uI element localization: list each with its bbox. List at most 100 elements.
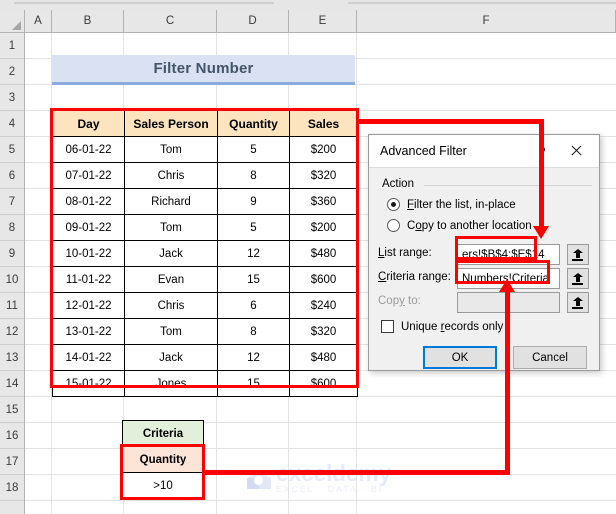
radio-filter-in-place-label: Filter the list, in-place <box>407 198 516 211</box>
column-header-a[interactable]: A <box>25 10 52 32</box>
cell-day: 07-01-22 <box>52 162 125 189</box>
row-header-1[interactable]: 1 <box>0 33 24 59</box>
column-header-c[interactable]: C <box>124 10 217 32</box>
list-range-input[interactable]: ers!$B$4:$E$14 <box>457 244 560 265</box>
cell-sales-person: Tom <box>124 318 218 345</box>
row-header-9[interactable]: 9 <box>0 241 24 267</box>
ok-button[interactable]: OK <box>423 346 497 369</box>
cell-sales-person: Chris <box>124 162 218 189</box>
row-header-11[interactable]: 11 <box>0 293 24 319</box>
row-header-8[interactable]: 8 <box>0 215 24 241</box>
annotation-arrow1-head-icon <box>533 226 549 239</box>
annotation-arrow2-vertical <box>505 291 510 475</box>
collapse-dialog-icon <box>572 248 584 261</box>
row-header-4[interactable]: 4 <box>0 111 24 137</box>
table-row: 06-01-22 Tom 5 $200 <box>52 136 358 163</box>
criteria-range-label: Criteria range: <box>378 271 451 283</box>
dialog-title-text: Advanced Filter <box>380 144 467 158</box>
row-header-14[interactable]: 14 <box>0 371 24 397</box>
row-header-7[interactable]: 7 <box>0 189 24 215</box>
row-header-17[interactable]: 17 <box>0 449 24 475</box>
row-header-3[interactable]: 3 <box>0 85 24 111</box>
unique-records-checkbox-label: Unique records only <box>401 320 504 333</box>
unique-records-checkbox[interactable]: Unique records only <box>381 320 503 333</box>
criteria-field-cell: Quantity <box>122 446 204 473</box>
cancel-button[interactable]: Cancel <box>513 346 587 369</box>
column-header-b[interactable]: B <box>52 10 124 32</box>
cell-sales: $600 <box>289 370 358 397</box>
watermark-tagline: EXCEL · DATA · BI <box>276 484 384 494</box>
table-row: 12-01-22 Chris 6 $240 <box>52 292 358 319</box>
select-all-corner[interactable] <box>0 10 25 32</box>
cell-sales: $600 <box>289 266 358 293</box>
annotation-arrow2-head-icon <box>499 279 515 292</box>
cell-quantity: 5 <box>217 136 290 163</box>
advanced-filter-dialog[interactable]: Advanced Filter ? Action Filter the list… <box>368 134 600 371</box>
dialog-body: Action Filter the list, in-place Copy to… <box>369 168 599 371</box>
unique-records-checkbox-box <box>381 320 394 333</box>
cell-quantity: 6 <box>217 292 290 319</box>
column-header-f[interactable]: F <box>357 10 616 32</box>
cell-sales-person: Jack <box>124 240 218 267</box>
row-header-16[interactable]: 16 <box>0 423 24 449</box>
list-range-collapse-button[interactable] <box>567 244 589 265</box>
cell-sales-person: Jones <box>124 370 218 397</box>
cell-quantity: 9 <box>217 188 290 215</box>
cell-day: 06-01-22 <box>52 136 125 163</box>
cell-quantity: 5 <box>217 214 290 241</box>
row-header-6[interactable]: 6 <box>0 163 24 189</box>
radio-copy-to-location[interactable]: Copy to another location <box>387 219 532 232</box>
copy-to-collapse-button[interactable] <box>567 292 589 313</box>
column-header-d[interactable]: D <box>217 10 289 32</box>
cell-quantity: 12 <box>217 240 290 267</box>
cell-sales: $200 <box>289 136 358 163</box>
list-range-label: List range: <box>378 247 432 259</box>
cell-sales: $480 <box>289 240 358 267</box>
table-row: 11-01-22 Evan 15 $600 <box>52 266 358 293</box>
table-row: 09-01-22 Tom 5 $200 <box>52 214 358 241</box>
cell-day: 10-01-22 <box>52 240 125 267</box>
cell-sales: $480 <box>289 344 358 371</box>
criteria-title-row: Criteria <box>122 420 204 447</box>
select-all-triangle-icon <box>12 21 21 30</box>
cell-sales: $360 <box>289 188 358 215</box>
collapse-dialog-icon <box>572 296 584 309</box>
annotation-arrow2-horizontal <box>203 470 510 475</box>
ribbon-bottom-strip <box>0 0 616 10</box>
radio-copy-to-location-indicator <box>387 219 400 232</box>
row-header-13[interactable]: 13 <box>0 345 24 371</box>
excel-worksheet-screenshot: A B C D E F 1 2 3 4 5 6 7 8 9 10 11 12 13 14 15 16 17 18 … <box>0 0 616 514</box>
table-row: 15-01-22 Jones 15 $600 <box>52 370 358 397</box>
close-button[interactable] <box>559 138 593 164</box>
action-group-divider <box>424 185 592 186</box>
cell-quantity: 8 <box>217 318 290 345</box>
cell-sales: $200 <box>289 214 358 241</box>
sheet-title-banner: Filter Number <box>52 55 355 85</box>
copy-to-label: Copy to: <box>378 295 421 307</box>
row-header-2[interactable]: 2 <box>0 59 24 85</box>
row-header-15[interactable]: 15 <box>0 397 24 423</box>
cell-day: 13-01-22 <box>52 318 125 345</box>
cell-day: 15-01-22 <box>52 370 125 397</box>
row-header-18[interactable]: 18 <box>0 475 24 501</box>
cell-quantity: 8 <box>217 162 290 189</box>
cell-sales-person: Jack <box>124 344 218 371</box>
cell-day: 12-01-22 <box>52 292 125 319</box>
criteria-field-row: Quantity <box>122 446 204 473</box>
row-header-10[interactable]: 10 <box>0 267 24 293</box>
table-row: 10-01-22 Jack 12 $480 <box>52 240 358 267</box>
cell-sales: $320 <box>289 162 358 189</box>
column-header-e[interactable]: E <box>289 10 357 32</box>
criteria-range-collapse-button[interactable] <box>567 268 589 289</box>
criteria-value-row: >10 <box>122 472 204 499</box>
radio-copy-to-location-label: Copy to another location <box>407 219 532 232</box>
column-header-sales-person: Sales Person <box>124 110 218 137</box>
exceldemy-watermark: exceldemy EXCEL · DATA · BI <box>246 462 391 495</box>
column-header-row: A B C D E F <box>0 10 616 33</box>
criteria-value-cell: >10 <box>122 472 204 499</box>
radio-filter-in-place[interactable]: Filter the list, in-place <box>387 198 516 211</box>
row-header-12[interactable]: 12 <box>0 319 24 345</box>
row-header-5[interactable]: 5 <box>0 137 24 163</box>
cell-sales-person: Tom <box>124 136 218 163</box>
cell-day: 11-01-22 <box>52 266 125 293</box>
